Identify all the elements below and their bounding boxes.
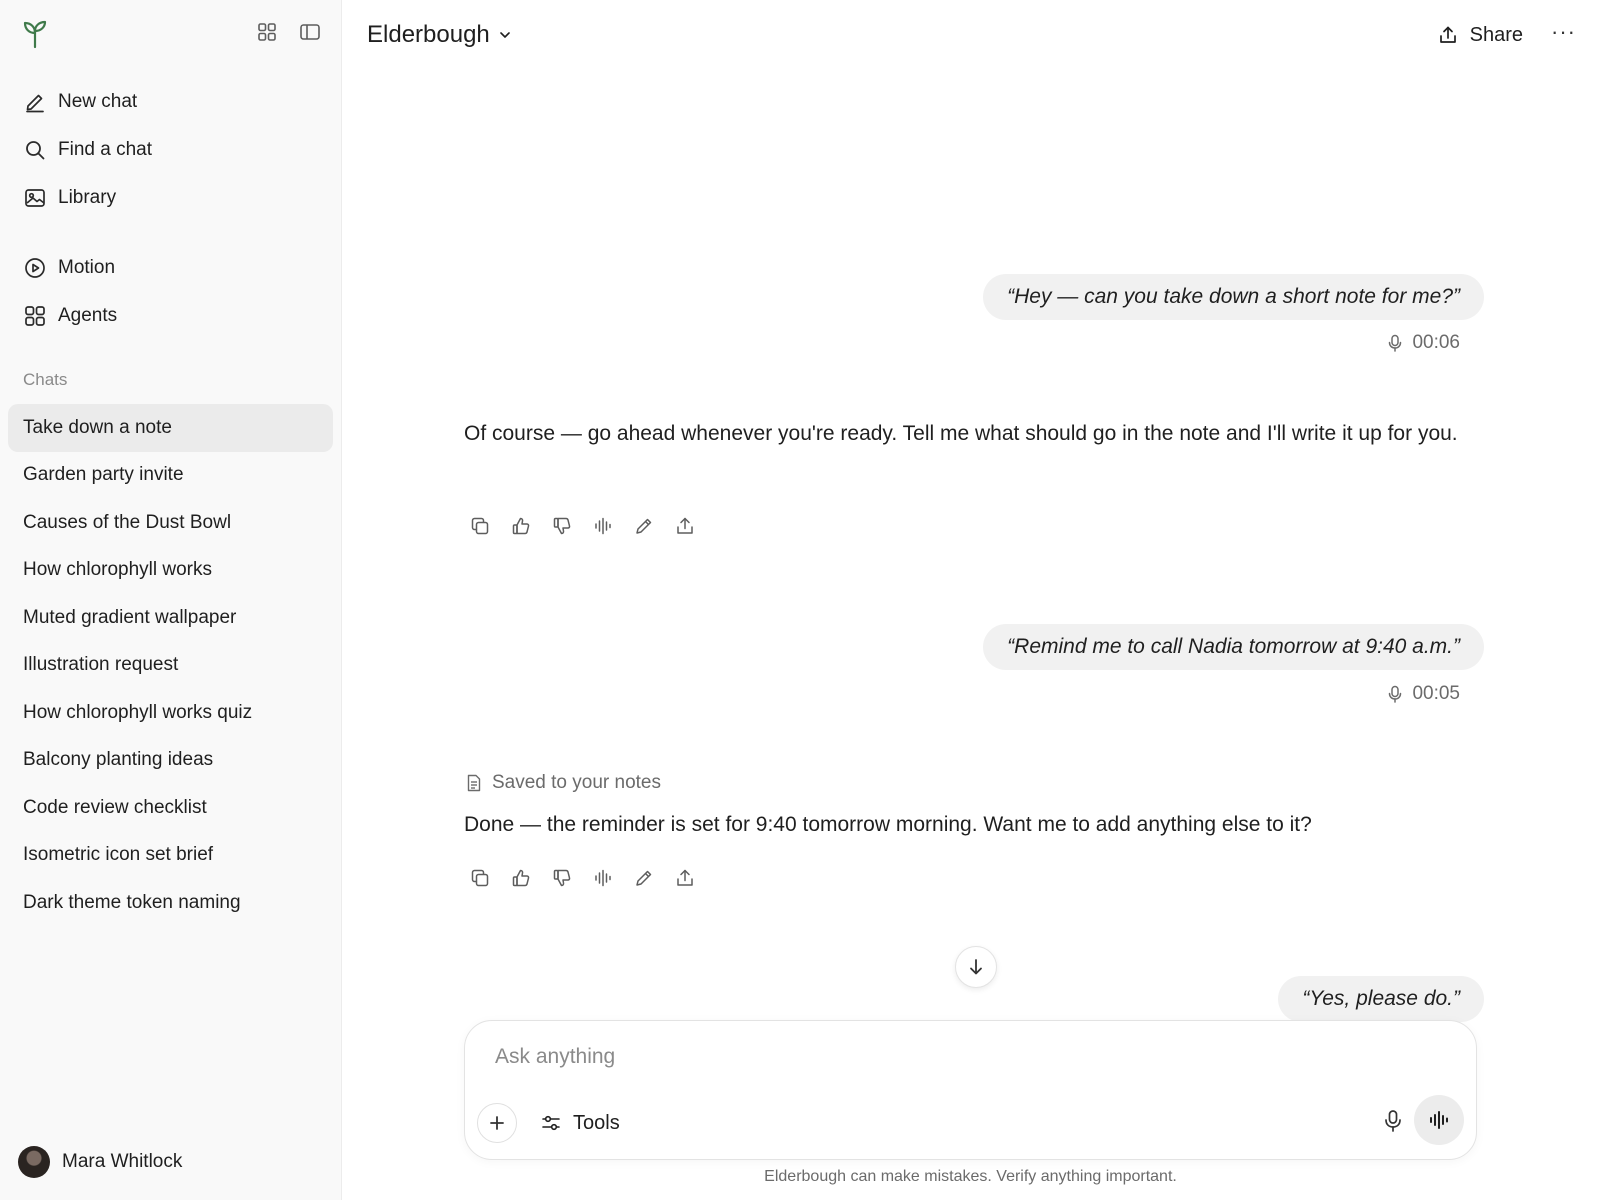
more-options-icon[interactable]: ··· (1551, 19, 1576, 45)
edit-pencil-icon[interactable] (634, 516, 654, 536)
read-aloud-icon[interactable] (593, 516, 613, 536)
agents-label: Agents (58, 305, 118, 326)
share-icon (1438, 25, 1458, 45)
thumbs-down-icon[interactable] (552, 516, 572, 536)
voice-duration-1: 00:06 (1388, 332, 1460, 354)
sidebar-header (0, 0, 341, 68)
document-icon (466, 774, 482, 792)
sprout-logo-icon[interactable] (22, 19, 48, 49)
apps-grid-icon[interactable] (257, 22, 277, 42)
voice-mode-button[interactable] (1414, 1095, 1464, 1145)
composer: Tools (464, 1020, 1477, 1160)
edit-pencil-icon[interactable] (634, 868, 654, 888)
pencil-icon (24, 91, 46, 113)
plus-icon (488, 1114, 506, 1132)
chat-item-causes-of-the-dust-bowl[interactable]: Causes of the Dust Bowl (8, 499, 333, 547)
chat-list: Take down a note Garden party invite Cau… (0, 404, 341, 927)
prompt-input[interactable] (495, 1045, 1395, 1069)
search-icon (24, 139, 46, 161)
microphone-icon (1388, 685, 1402, 703)
image-icon (24, 187, 46, 209)
tools-label: Tools (573, 1111, 620, 1134)
new-chat-label: New chat (58, 91, 138, 112)
chat-item-how-chlorophyll-works[interactable]: How chlorophyll works (8, 547, 333, 595)
share-icon[interactable] (675, 516, 695, 536)
disclaimer-text: Elderbough can make mistakes. Verify any… (764, 1168, 1177, 1185)
thumbs-up-icon[interactable] (511, 868, 531, 888)
message-actions-1 (470, 516, 695, 536)
voice-duration-label: 00:06 (1412, 332, 1460, 353)
model-selector[interactable]: Elderbough (367, 21, 512, 49)
chat-item-how-chlorophyll-works-quiz[interactable]: How chlorophyll works quiz (8, 689, 333, 737)
primary-nav: New chat Find a chat Library (0, 78, 341, 222)
share-label: Share (1469, 23, 1524, 46)
arrow-down-icon (968, 958, 984, 976)
chat-item-illustration-request[interactable]: Illustration request (8, 642, 333, 690)
avatar (18, 1146, 50, 1178)
chat-item-code-review-checklist[interactable]: Code review checklist (8, 784, 333, 832)
copy-icon[interactable] (470, 868, 490, 888)
assistant-message-2: Done — the reminder is set for 9:40 tomo… (464, 813, 1312, 836)
add-attachment-button[interactable] (477, 1103, 517, 1143)
library-label: Library (58, 187, 117, 208)
main-panel: Elderbough Share ··· “Hey — can you take… (342, 0, 1600, 1200)
chat-item-dark-theme-token-naming[interactable]: Dark theme token naming (8, 879, 333, 927)
chevron-down-icon (498, 28, 512, 42)
play-circle-icon (24, 257, 46, 279)
voice-duration-label: 00:05 (1412, 683, 1460, 704)
find-chat-label: Find a chat (58, 139, 152, 160)
chat-item-balcony-planting-ideas[interactable]: Balcony planting ideas (8, 737, 333, 785)
message-actions-2 (470, 868, 695, 888)
user-message-1: “Hey — can you take down a short note fo… (983, 274, 1484, 320)
chat-item-isometric-icon-set-brief[interactable]: Isometric icon set brief (8, 832, 333, 880)
model-name-label: Elderbough (367, 21, 490, 48)
thumbs-up-icon[interactable] (511, 516, 531, 536)
sidebar: New chat Find a chat Library Motion Agen… (0, 0, 342, 1200)
copy-icon[interactable] (470, 516, 490, 536)
motion-button[interactable]: Motion (0, 244, 341, 292)
saved-note-indicator: Saved to your notes (466, 772, 661, 794)
user-message-2: “Remind me to call Nadia tomorrow at 9:4… (983, 624, 1484, 670)
microphone-icon (1384, 1109, 1402, 1133)
sliders-icon (541, 1114, 561, 1132)
grid-icon (24, 305, 46, 327)
new-chat-button[interactable]: New chat (0, 78, 341, 126)
assistant-message-1: Of course — go ahead whenever you're rea… (464, 422, 1458, 445)
find-chat-button[interactable]: Find a chat (0, 126, 341, 174)
agents-button[interactable]: Agents (0, 292, 341, 340)
read-aloud-icon[interactable] (593, 868, 613, 888)
microphone-icon (1388, 334, 1402, 352)
user-profile-button[interactable]: Mara Whitlock (18, 1146, 182, 1178)
voice-duration-2: 00:05 (1388, 683, 1460, 705)
waveform-icon (1428, 1110, 1450, 1130)
dictate-button[interactable] (1384, 1109, 1402, 1133)
topbar: Elderbough Share ··· (342, 0, 1600, 70)
thumbs-down-icon[interactable] (552, 868, 572, 888)
user-message-3: “Yes, please do.” (1278, 976, 1484, 1022)
chat-item-muted-gradient-wallpaper[interactable]: Muted gradient wallpaper (8, 594, 333, 642)
scroll-to-bottom-button[interactable] (955, 946, 997, 988)
toggle-sidebar-icon[interactable] (299, 22, 321, 42)
saved-note-label: Saved to your notes (492, 772, 661, 793)
motion-label: Motion (58, 257, 116, 278)
tools-button[interactable]: Tools (541, 1103, 620, 1143)
secondary-nav: Motion Agents (0, 244, 341, 340)
library-button[interactable]: Library (0, 174, 341, 222)
share-icon[interactable] (675, 868, 695, 888)
chat-item-take-down-a-note[interactable]: Take down a note (8, 404, 333, 452)
user-name: Mara Whitlock (62, 1151, 183, 1172)
share-button[interactable]: Share (1438, 24, 1523, 47)
chat-item-garden-party-invite[interactable]: Garden party invite (8, 452, 333, 500)
chats-section-label: Chats (23, 370, 68, 389)
